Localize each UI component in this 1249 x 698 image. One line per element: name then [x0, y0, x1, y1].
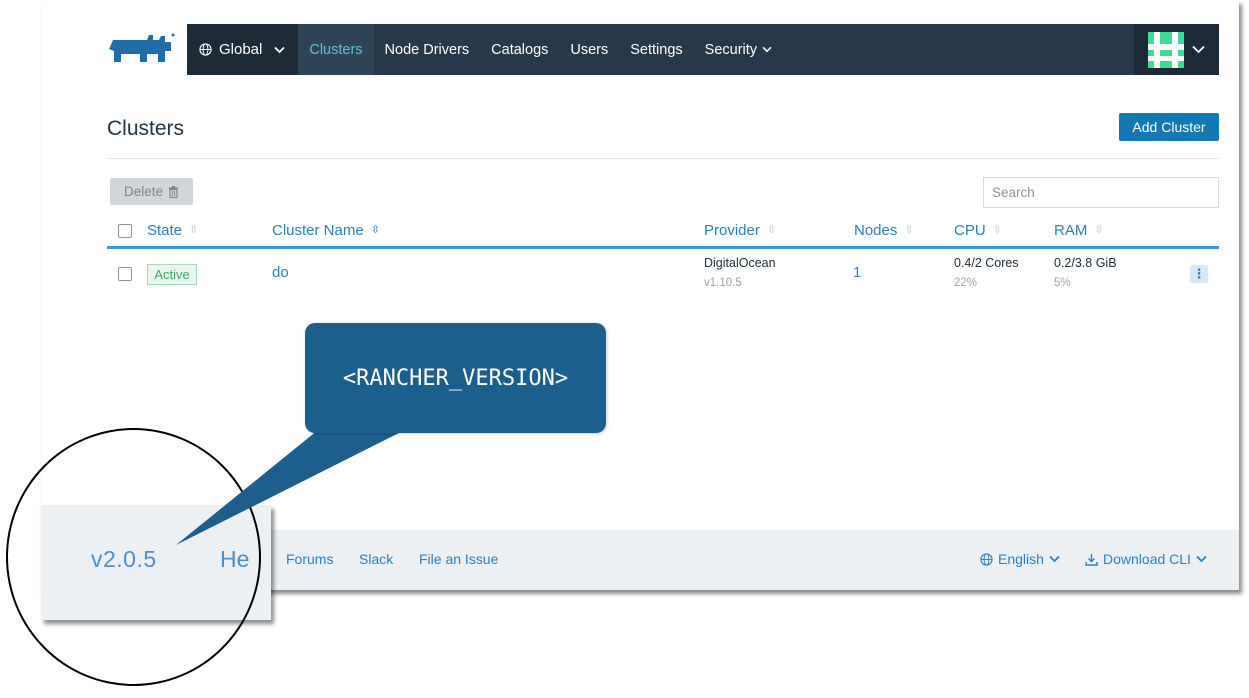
row-actions-icon[interactable]: ⋮	[1190, 265, 1208, 283]
forums-link[interactable]: Forums	[286, 551, 333, 567]
nav-users-label: Users	[570, 41, 609, 58]
callout-annotation: <RANCHER_VERSION>	[305, 323, 606, 433]
user-menu[interactable]	[1134, 24, 1219, 75]
download-label: Download CLI	[1103, 551, 1191, 567]
download-cli-dropdown[interactable]: Download CLI	[1085, 551, 1207, 567]
cpu-value: 0.4/2 Cores	[954, 256, 1019, 270]
chevron-down-icon	[1049, 555, 1060, 563]
sort-icon: ⇳	[992, 224, 1002, 236]
delete-button[interactable]: Delete	[110, 178, 193, 205]
row-checkbox[interactable]	[118, 267, 132, 281]
sort-icon: ⇳	[904, 224, 914, 236]
file-issue-link[interactable]: File an Issue	[419, 551, 498, 567]
nav-settings-label: Settings	[630, 41, 683, 58]
column-header-nodes[interactable]: Nodes ⇳	[854, 222, 914, 239]
magnifier-circle	[6, 428, 261, 686]
provider-header-label: Provider	[704, 222, 760, 239]
provider-name: DigitalOcean	[704, 256, 776, 270]
avatar	[1148, 31, 1184, 68]
cpu-header-label: CPU	[954, 222, 986, 239]
rancher-logo-icon[interactable]	[107, 32, 175, 66]
trash-icon	[169, 185, 179, 198]
chevron-down-icon	[274, 46, 285, 53]
page-title: Clusters	[107, 117, 185, 140]
cluster-name-header-label: Cluster Name	[272, 222, 364, 239]
language-dropdown[interactable]: English	[980, 551, 1060, 567]
column-header-state[interactable]: State ⇳	[147, 222, 198, 239]
sort-icon: ⇳	[1094, 224, 1104, 236]
top-navigation: Global Clusters Node Drivers Catalogs Us…	[187, 24, 1219, 75]
nav-security-label: Security	[704, 41, 758, 58]
table-header-underline	[107, 246, 1219, 249]
language-label: English	[998, 551, 1044, 567]
provider-version: v1.10.5	[704, 277, 742, 289]
nav-node-drivers[interactable]: Node Drivers	[374, 24, 481, 75]
global-scope-dropdown[interactable]: Global	[187, 24, 299, 75]
cpu-percent: 22%	[954, 277, 978, 289]
nav-security[interactable]: Security	[694, 24, 783, 75]
add-cluster-button[interactable]: Add Cluster	[1119, 113, 1219, 141]
nav-settings[interactable]: Settings	[619, 24, 693, 75]
column-header-ram[interactable]: RAM ⇳	[1054, 222, 1104, 239]
column-header-provider[interactable]: Provider ⇳	[704, 222, 776, 239]
cluster-name-link[interactable]: do	[272, 264, 289, 281]
globe-icon	[980, 552, 993, 566]
status-badge: Active	[147, 264, 197, 285]
state-header-label: State	[147, 222, 183, 239]
nav-node-drivers-label: Node Drivers	[384, 41, 470, 58]
download-icon	[1085, 553, 1098, 566]
nav-clusters[interactable]: Clusters	[298, 24, 374, 75]
ram-percent: 5%	[1054, 277, 1071, 289]
search-input[interactable]	[983, 177, 1219, 208]
sort-icon: ⇳	[766, 224, 777, 236]
global-label: Global	[219, 41, 263, 58]
nodes-header-label: Nodes	[854, 222, 898, 239]
nav-users[interactable]: Users	[559, 24, 619, 75]
ram-header-label: RAM	[1054, 222, 1088, 239]
slack-link[interactable]: Slack	[359, 551, 393, 567]
nav-catalogs-label: Catalogs	[491, 41, 549, 58]
chevron-down-icon	[1192, 45, 1205, 54]
select-all-checkbox[interactable]	[118, 224, 132, 238]
chevron-down-icon	[1196, 555, 1207, 563]
sort-icon: ⇳	[189, 224, 199, 236]
globe-icon	[199, 43, 212, 56]
sort-icon: ⇳	[370, 224, 380, 236]
nav-clusters-label: Clusters	[309, 41, 363, 58]
chevron-down-icon	[762, 46, 772, 53]
column-header-cluster-name[interactable]: Cluster Name ⇳	[272, 222, 380, 239]
column-header-cpu[interactable]: CPU ⇳	[954, 222, 1002, 239]
delete-label: Delete	[123, 184, 164, 199]
divider	[107, 158, 1219, 159]
ram-value: 0.2/3.8 GiB	[1054, 256, 1117, 270]
nodes-count-link[interactable]: 1	[853, 264, 861, 281]
nav-catalogs[interactable]: Catalogs	[480, 24, 559, 75]
